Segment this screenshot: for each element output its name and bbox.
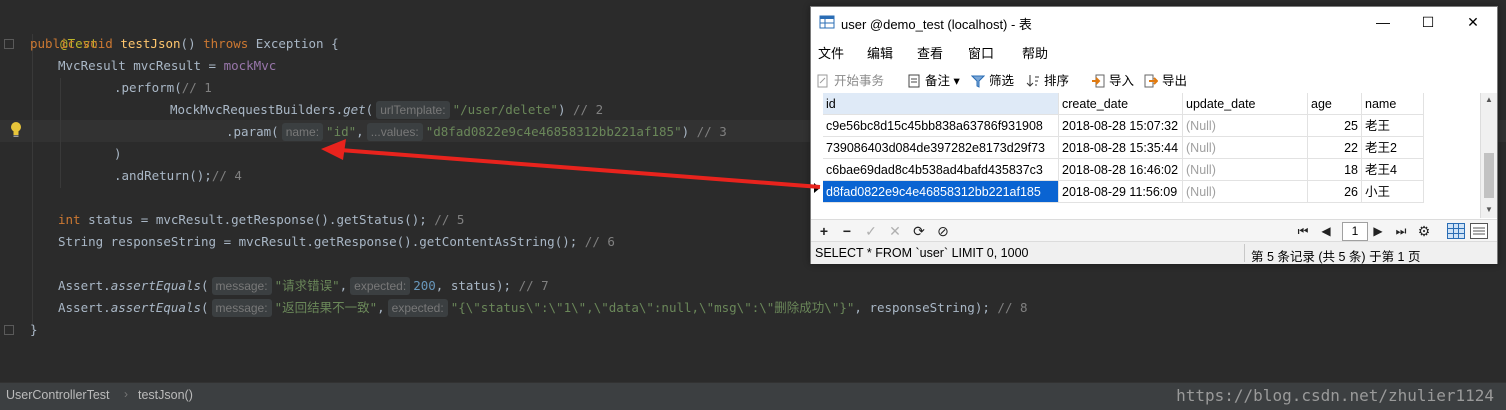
arrow-shaft [339,148,821,189]
annotation-arrow [321,139,821,189]
arrow-head [321,139,346,160]
